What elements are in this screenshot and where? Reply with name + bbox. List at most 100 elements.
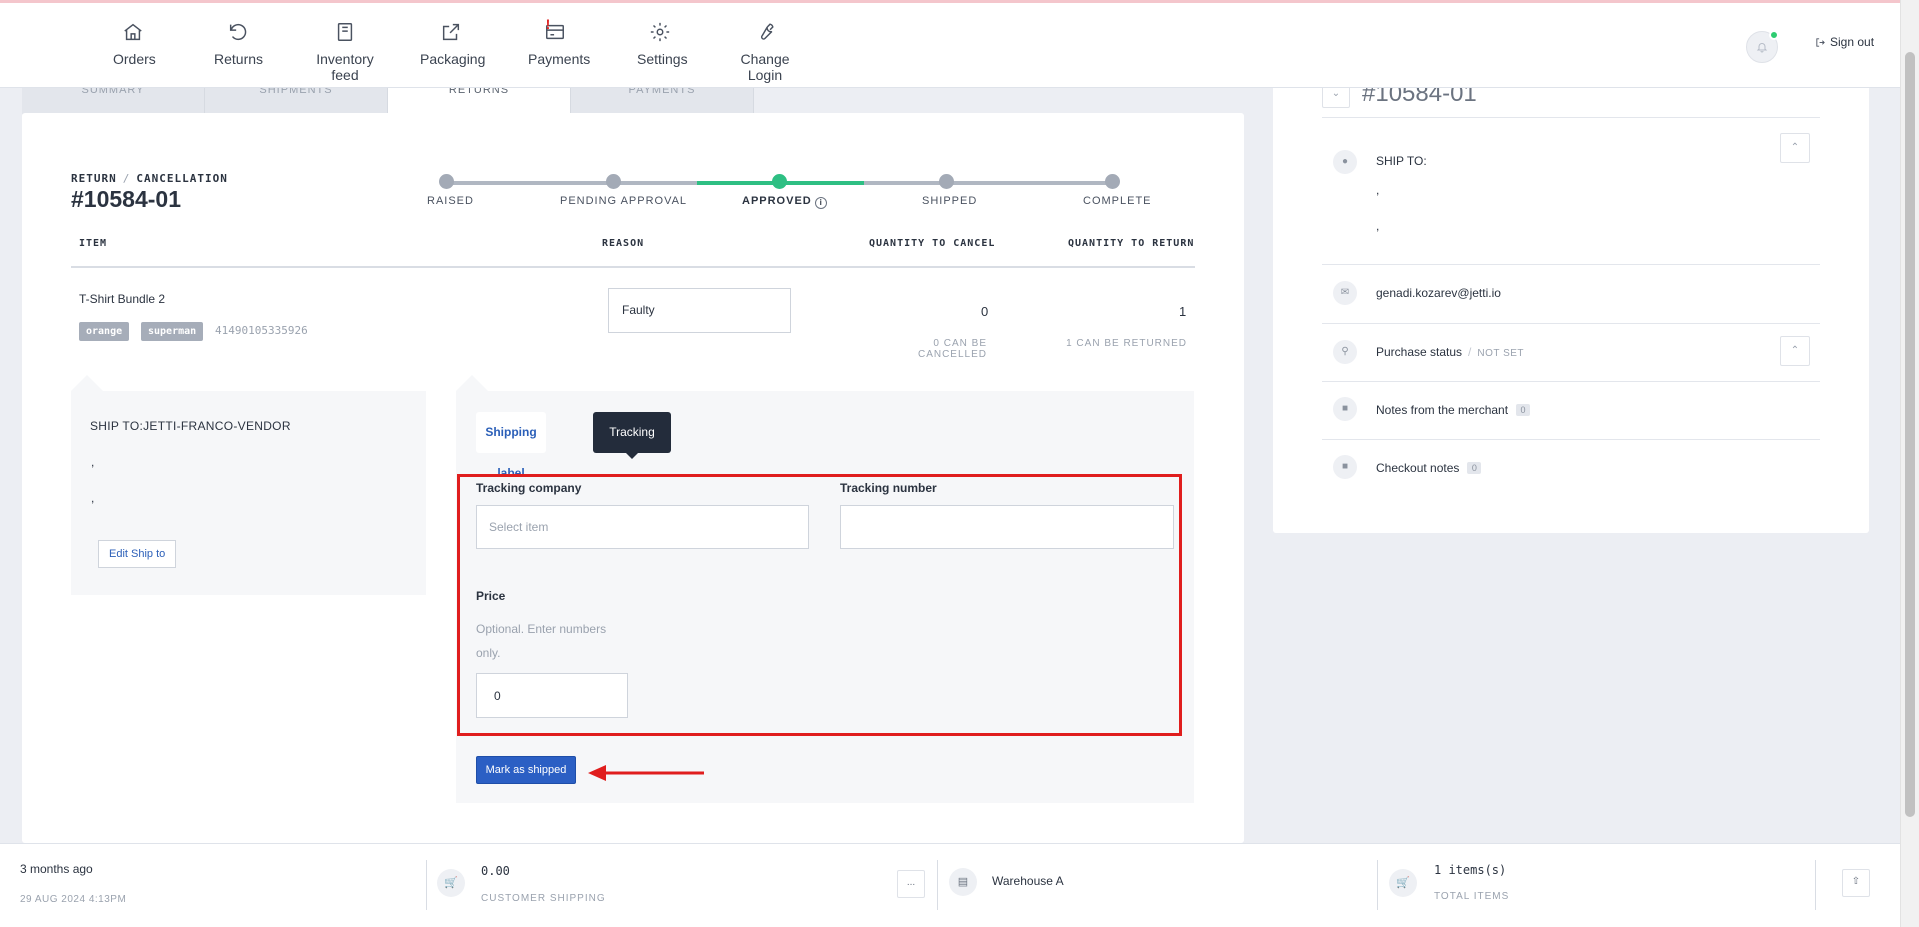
upload-button[interactable]: ⇧ [1842, 869, 1870, 897]
checkout-notes[interactable]: Checkout notes 0 [1376, 461, 1482, 475]
ship-to-toggle[interactable]: ⌃ [1780, 133, 1810, 163]
tab-payments[interactable]: PAYMENTS [571, 88, 754, 114]
return-type: RETURN / CANCELLATION [71, 172, 228, 185]
return-note: 1 CAN BE RETURNED [1066, 338, 1187, 349]
tab-summary[interactable]: SUMMARY [22, 88, 205, 114]
logout-icon [1816, 37, 1825, 47]
item-name: T-Shirt Bundle 2 [79, 292, 166, 306]
note-icon: ■ [1333, 397, 1357, 421]
tab-shipping-label[interactable]: Shipping label [476, 412, 546, 480]
header-divider [71, 266, 1195, 268]
merchant-notes[interactable]: Notes from the merchant 0 [1376, 403, 1531, 417]
purchase-status-value: NOT SET [1477, 348, 1525, 359]
shipping-label: CUSTOMER SHIPPING [481, 893, 606, 904]
customer-email[interactable]: genadi.kozarev@jetti.io [1376, 286, 1501, 300]
nav-returns-label: Returns [214, 51, 264, 67]
warehouse-icon: ▤ [949, 868, 977, 896]
tab-tracking[interactable]: Tracking [593, 412, 671, 459]
online-indicator [1769, 30, 1779, 40]
nav-settings[interactable]: Settings [637, 21, 688, 67]
cancel-note: 0 CAN BE CANCELLED [917, 338, 987, 360]
mark-as-shipped-button[interactable]: Mark as shipped [476, 756, 576, 784]
column-header-qty-cancel: QUANTITY TO CANCEL [869, 238, 996, 249]
item-tag: superman [141, 322, 204, 341]
divider [1322, 439, 1820, 440]
item-tag: orange [79, 322, 130, 341]
reason-field[interactable]: Faulty [608, 288, 791, 333]
return-type-label: RETURN [71, 172, 117, 185]
scrollbar-thumb[interactable] [1905, 52, 1915, 817]
qty-return-value: 1 [1179, 304, 1187, 319]
pin-icon: ⚲ [1333, 340, 1357, 364]
annotation-arrow-icon [588, 765, 704, 781]
order-tabs: SUMMARY SHIPMENTS RETURNS PAYMENTS [22, 88, 754, 114]
wrench-icon [761, 23, 774, 40]
ship-to-address-line: , [91, 455, 95, 469]
step-dot-approved [772, 174, 787, 189]
step-label-complete: COMPLETE [1083, 195, 1152, 207]
nav-inventory-feed[interactable]: Inventory feed [305, 21, 385, 83]
separator: / [122, 172, 131, 185]
mail-icon: ✉ [1333, 281, 1357, 305]
nav-packaging-label: Packaging [420, 51, 486, 67]
step-dot-shipped [939, 174, 954, 189]
count-badge: 0 [1516, 404, 1531, 416]
ship-to-line: , [1376, 219, 1380, 233]
merchant-notes-label: Notes from the merchant [1376, 403, 1509, 417]
nav-packaging[interactable]: Packaging [420, 21, 486, 67]
top-navigation: Orders Returns Inventory feed Packaging … [0, 0, 1900, 88]
note-icon: ■ [1333, 455, 1357, 479]
nav-orders-label: Orders [113, 51, 156, 67]
tracking-company-select[interactable] [476, 505, 809, 549]
nav-settings-label: Settings [637, 51, 688, 67]
step-label-shipped: SHIPPED [922, 195, 978, 207]
home-icon [124, 23, 142, 41]
chevron-down-icon: ⌄ [1331, 88, 1341, 99]
price-input[interactable] [476, 673, 628, 718]
more-button[interactable]: ... [897, 870, 925, 898]
tab-shipments[interactable]: SHIPMENTS [205, 88, 388, 114]
nav-returns[interactable]: Returns [214, 21, 264, 67]
tracking-number-input[interactable] [840, 505, 1174, 549]
order-details-card [1273, 60, 1869, 533]
ship-to-line: , [1376, 183, 1380, 197]
edit-ship-to-button[interactable]: Edit Ship to [98, 540, 177, 568]
step-label-raised: RAISED [427, 195, 474, 207]
ship-to-label: SHIP TO: [1376, 154, 1427, 168]
nav-payments[interactable]: ! Payments [528, 17, 590, 67]
nav-orders[interactable]: Orders [113, 21, 156, 67]
cart-icon: 🛒 [437, 869, 465, 897]
page-scrollbar[interactable] [1900, 0, 1919, 927]
step-dot-pending-approval [606, 174, 621, 189]
nav-payments-label: Payments [528, 51, 591, 67]
step-label-pending-approval: PENDING APPROVAL [560, 195, 688, 207]
chevron-up-icon: ⌃ [1790, 345, 1800, 356]
sign-out-link[interactable]: Sign out [1815, 35, 1874, 49]
purchase-status-toggle[interactable]: ⌃ [1780, 336, 1810, 366]
nav-inventory-feed-label: Inventory feed [316, 51, 374, 83]
divider [1322, 264, 1820, 265]
time-ago: 3 months ago [20, 862, 93, 876]
step-dot-complete [1105, 174, 1120, 189]
external-link-icon [442, 23, 460, 41]
info-icon[interactable]: i [814, 197, 827, 209]
nav-change-login[interactable]: Change Login [728, 21, 802, 83]
items-value: 1 items(s) [1434, 863, 1507, 877]
gear-icon [650, 22, 670, 42]
divider [1377, 860, 1378, 910]
warehouse-name: Warehouse A [992, 874, 1064, 888]
step-label-approved-text: APPROVED [742, 195, 812, 207]
price-help-text: Optional. Enter numbers only. [476, 622, 607, 660]
purchase-status-label: Purchase status [1376, 345, 1463, 359]
divider [1322, 323, 1820, 324]
item-sku: 41490105335926 [215, 324, 308, 337]
tracking-number-label: Tracking number [840, 481, 937, 495]
divider [1815, 860, 1816, 910]
tab-returns[interactable]: RETURNS [388, 88, 571, 114]
user-icon: ● [1333, 150, 1357, 174]
nav-change-login-label: Change Login [740, 51, 790, 83]
notifications-button[interactable] [1746, 30, 1779, 63]
column-header-qty-return: QUANTITY TO RETURN [1068, 238, 1195, 249]
column-header-reason: REASON [602, 238, 645, 249]
return-number: #10584-01 [71, 186, 181, 212]
